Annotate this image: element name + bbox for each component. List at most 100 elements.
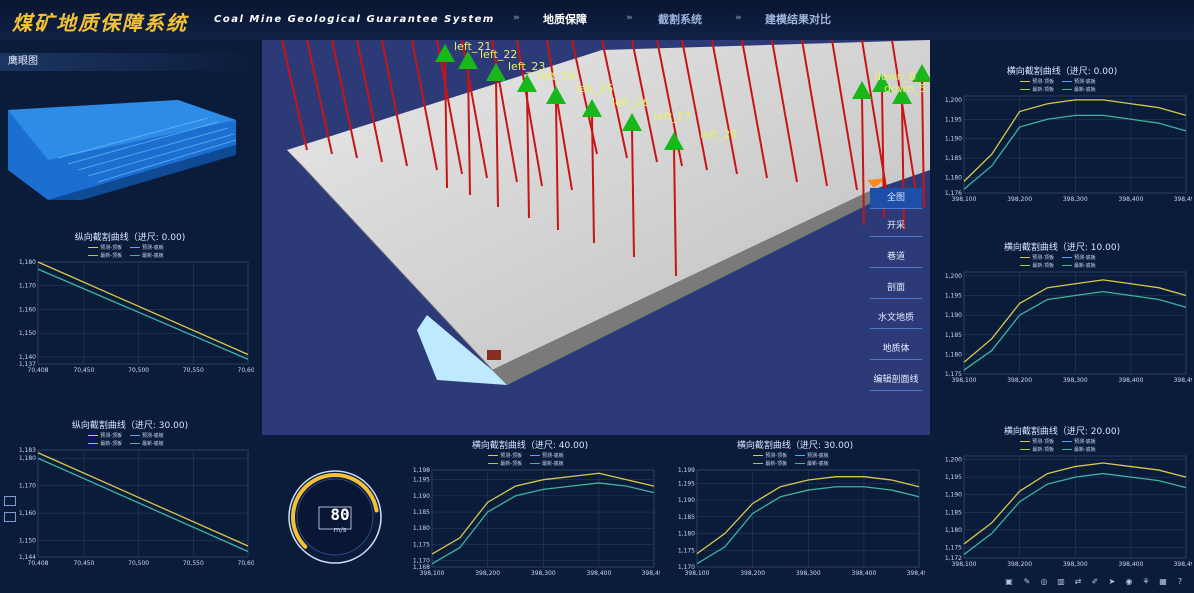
menu-section[interactable]: 剖面: [870, 278, 922, 299]
y-tick-label: 1,185: [945, 509, 962, 516]
chart-cross-10: 横向截割曲线（进尺: 10.00) 预测-顶板 预测-底板 最新-顶板 最新-底板 1,1…: [932, 238, 1192, 388]
y-tick-label: 1,180: [19, 259, 36, 266]
y-tick-label: 1,180: [945, 527, 962, 534]
series-line: [963, 114, 1187, 190]
y-tick-label: 1,140: [19, 354, 36, 361]
x-tick-label: 398,300: [1063, 377, 1088, 384]
chart-plot: 1,1761,1801,1851,1901,1951,200398,100 398…: [945, 95, 1192, 203]
eye-icon[interactable]: ◉: [1124, 577, 1134, 587]
marker-label: left_25: [576, 82, 614, 95]
y-tick-label: 1,190: [945, 492, 962, 499]
series-line: [696, 486, 920, 565]
x-tick-label: 398,400: [1119, 196, 1144, 203]
x-tick-label: 70,450: [73, 367, 94, 374]
y-tick-label: 1,160: [19, 306, 36, 313]
menu-geobody[interactable]: 地质体: [870, 339, 922, 360]
x-tick-label: 70,600: [238, 560, 255, 567]
eagle-eye-minimap[interactable]: [8, 100, 236, 200]
x-tick-label: 398,100: [952, 196, 977, 203]
y-tick-label: 1,180: [19, 455, 36, 462]
speed-value: 80: [330, 505, 350, 524]
series-line: [963, 99, 1187, 182]
x-tick-label: 70,550: [183, 560, 204, 567]
chevron-icon: ›››: [735, 13, 742, 23]
x-tick-label: 398,400: [587, 570, 612, 577]
menu-full-view[interactable]: 全图: [870, 188, 922, 209]
nav-geological-guarantee[interactable]: 地质保障: [543, 11, 587, 27]
menu-edit-section-line[interactable]: 编辑剖面线: [870, 370, 922, 391]
chart-plot: 1,1751,1801,1851,1901,1951,200398,100 398…: [945, 271, 1192, 384]
x-tick-label: 70,550: [183, 367, 204, 374]
y-tick-label: 1,175: [678, 547, 695, 554]
chart-longitudinal-30: 纵向截割曲线（进尺: 30.00) 预测-顶板 预测-底板 最新-顶板 最新-底板 1,1…: [6, 416, 254, 571]
marker-label: left_28: [700, 128, 738, 141]
x-tick-label: 398,499: [1174, 377, 1192, 384]
y-tick-label: 1,200: [945, 97, 962, 104]
eagle-eye-title: 鹰眼图: [0, 53, 258, 71]
nav-model-comparison[interactable]: 建模结果对比: [765, 11, 831, 27]
y-tick-label: 1,190: [945, 136, 962, 143]
x-tick-label: 398,300: [531, 570, 556, 577]
x-tick-label: 398,499: [907, 570, 925, 577]
save-icon[interactable]: ▣: [1004, 577, 1014, 587]
speed-unit: m/s: [333, 526, 347, 534]
edit-icon[interactable]: ✐: [1090, 577, 1100, 587]
series-line: [431, 482, 655, 565]
y-tick-label: 1,150: [19, 538, 36, 545]
pen-icon[interactable]: ✎: [1022, 577, 1032, 587]
y-tick-label: 1,195: [945, 474, 962, 481]
plot-frame: [696, 469, 920, 568]
chart-cross-20: 横向截割曲线（进尺: 20.00) 预测-顶板 预测-底板 最新-顶板 最新-底板 1,1…: [932, 422, 1192, 572]
x-tick-label: 70,500: [128, 560, 149, 567]
y-tick-label: 1,195: [678, 480, 695, 487]
x-tick-label: 398,499: [642, 570, 660, 577]
send-icon[interactable]: ➤: [1107, 577, 1117, 587]
x-tick-label: 70,500: [128, 367, 149, 374]
y-tick-label: 1,190: [678, 497, 695, 504]
y-tick-label: 1,180: [678, 531, 695, 538]
x-tick-label: 398,400: [852, 570, 877, 577]
tree-icon[interactable]: ⚘: [1141, 577, 1151, 587]
marker-label: left_27: [654, 110, 692, 123]
y-tick-label: 1,180: [945, 351, 962, 358]
swap-icon[interactable]: ⇄: [1073, 577, 1083, 587]
chevron-icon: ›››: [626, 13, 633, 23]
help-icon[interactable]: ?: [1175, 577, 1185, 587]
x-tick-label: 398,100: [952, 377, 977, 384]
nav-cutting-system[interactable]: 截割系统: [658, 11, 702, 27]
x-tick-label: 70,408: [28, 367, 49, 374]
marker-label: down_5: [884, 82, 927, 95]
app-subtitle: Coal Mine Geological Guarantee System: [214, 14, 495, 25]
3d-viewport[interactable]: left_21 left_22 left_23 left_24 left_25 …: [262, 40, 930, 435]
y-tick-label: 1,190: [945, 312, 962, 319]
marker-label: left_24: [538, 70, 576, 83]
marker-label: left_26: [612, 96, 650, 109]
x-tick-label: 398,200: [740, 570, 765, 577]
menu-hydrogeology[interactable]: 水文地质: [870, 308, 922, 329]
series-line: [963, 279, 1187, 363]
chart-icon[interactable]: ▥: [1056, 577, 1066, 587]
menu-roadway[interactable]: 巷道: [870, 247, 922, 268]
x-tick-label: 398,300: [796, 570, 821, 577]
y-tick-label: 1,170: [19, 483, 36, 490]
chart-plot: 1,1371,1401,1501,1601,1701,18070,408 70,4…: [19, 259, 254, 374]
grid-icon[interactable]: ▦: [1158, 577, 1168, 587]
series-line: [963, 462, 1187, 545]
series-line: [37, 457, 249, 553]
chart-cross-40: 横向截割曲线（进尺: 40.00) 预测-顶板 预测-底板 最新-顶板 最新-底板 1,1…: [400, 436, 660, 581]
menu-mining[interactable]: 开采: [870, 216, 922, 237]
x-tick-label: 398,200: [1007, 561, 1032, 568]
borehole-cone-icon: [486, 63, 506, 81]
x-tick-label: 398,499: [1174, 196, 1192, 203]
y-tick-label: 1,185: [945, 155, 962, 162]
x-tick-label: 398,200: [475, 570, 500, 577]
x-tick-label: 398,400: [1119, 377, 1144, 384]
plot-frame: [37, 261, 249, 365]
globe-icon[interactable]: ◎: [1039, 577, 1049, 587]
y-tick-label: 1,175: [413, 541, 430, 548]
y-tick-label: 1,200: [945, 457, 962, 464]
chevron-icon: ›››: [513, 13, 520, 23]
y-tick-label: 1,195: [945, 293, 962, 300]
y-tick-label: 1,180: [945, 174, 962, 181]
y-tick-label: 1,185: [945, 332, 962, 339]
